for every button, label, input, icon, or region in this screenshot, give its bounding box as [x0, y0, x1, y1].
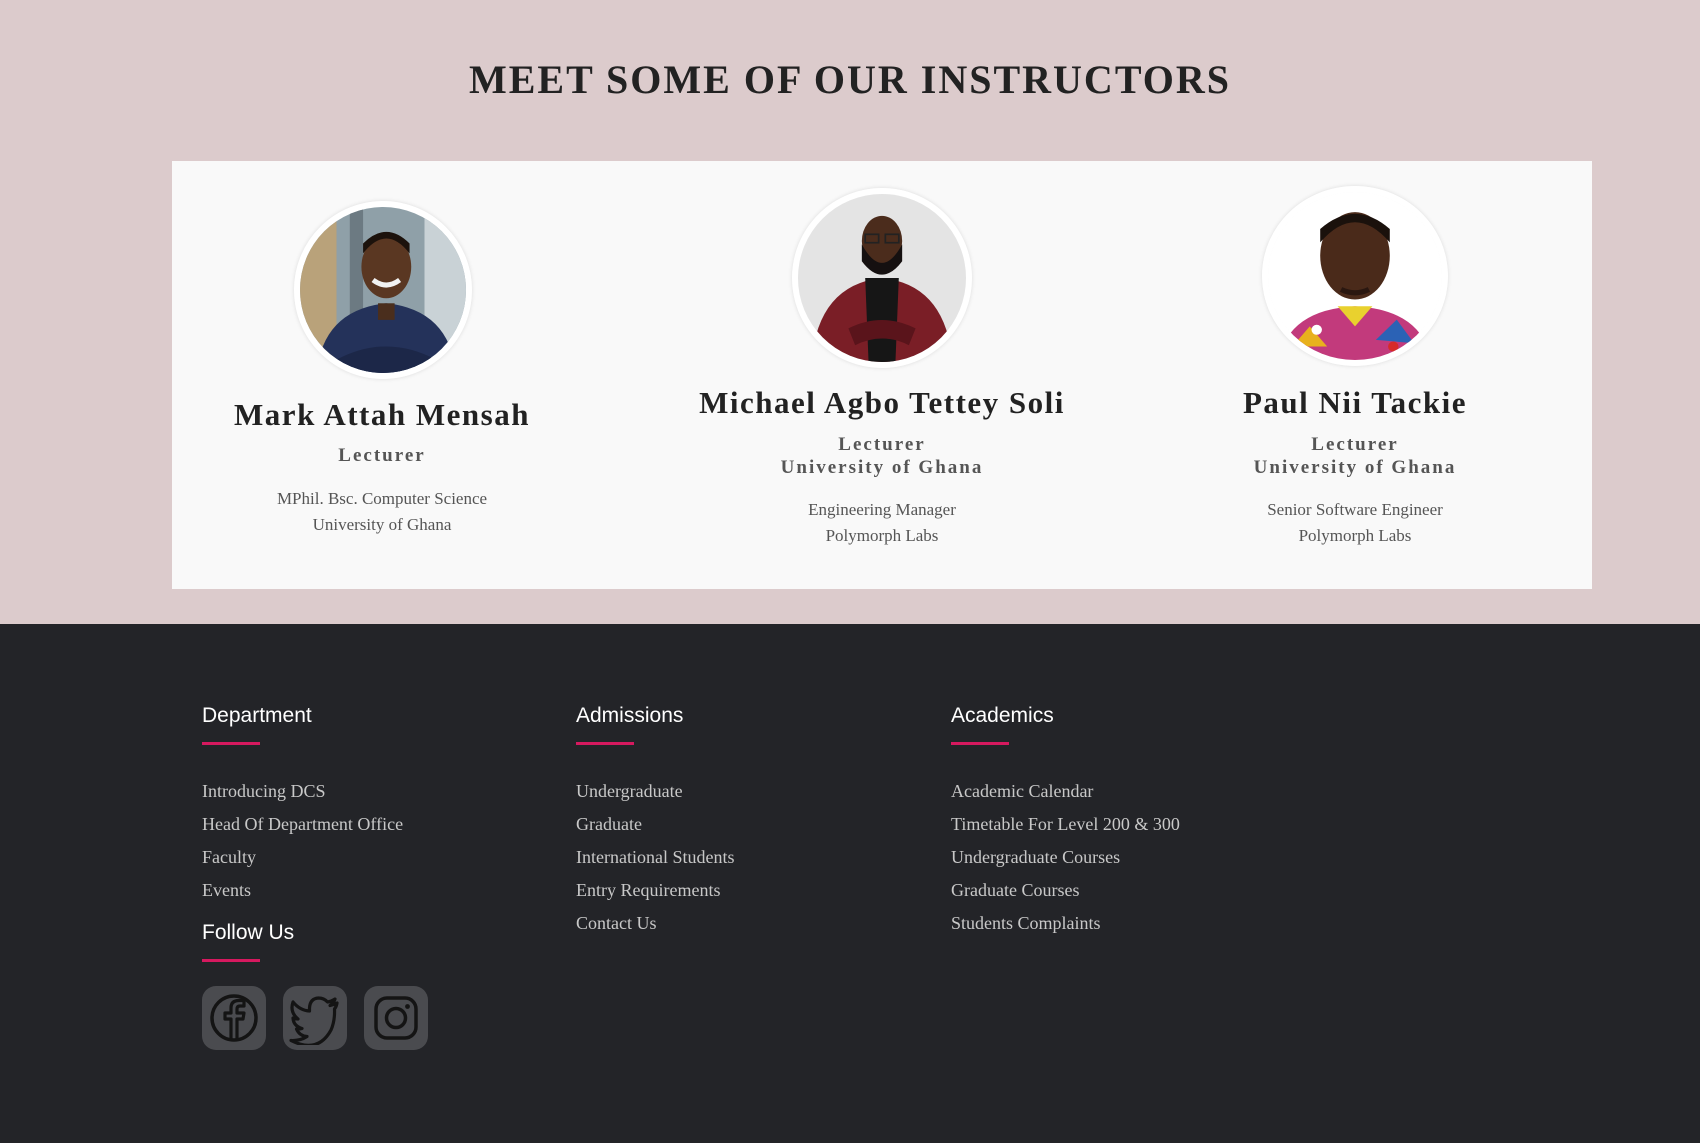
instructor-desc-line2: Polymorph Labs [1298, 526, 1412, 545]
instagram-icon [374, 996, 418, 1040]
instructor-role: Lecturer [838, 434, 926, 455]
instructor-affiliation: University of Ghana [1253, 457, 1457, 478]
footer-link-academic-calendar[interactable]: Academic Calendar [951, 775, 1180, 808]
footer-link-hod-office[interactable]: Head Of Department Office [202, 808, 403, 841]
department-links: Introducing DCS Head Of Department Offic… [202, 775, 403, 907]
twitter-icon [289, 996, 339, 1045]
instructor-affiliation: University of Ghana [780, 457, 984, 478]
footer-link-introducing-dcs[interactable]: Introducing DCS [202, 775, 403, 808]
instructors-card: Mark Attah Mensah Lecturer MPhil. Bsc. C… [172, 161, 1592, 589]
instructor-photo [792, 188, 972, 368]
footer-title-department: Department [202, 704, 312, 727]
footer-title-follow-us: Follow Us [202, 921, 295, 944]
instructor-name: Mark Attah Mensah [234, 397, 530, 432]
instructor-desc-line2: Polymorph Labs [825, 526, 939, 545]
instructor-card: Michael Agbo Tettey Soli Lecturer Univer… [652, 161, 1112, 589]
section-heading: MEET SOME OF OUR INSTRUCTORS [468, 57, 1232, 102]
footer-link-undergraduate[interactable]: Undergraduate [576, 775, 734, 808]
footer-link-faculty[interactable]: Faculty [202, 841, 403, 874]
title-underline [951, 742, 1009, 745]
footer-link-students-complaints[interactable]: Students Complaints [951, 907, 1180, 940]
instructor-photo [294, 201, 472, 379]
admissions-links: Undergraduate Graduate International Stu… [576, 775, 734, 940]
instagram-button[interactable] [364, 986, 428, 1050]
footer-link-undergraduate-courses[interactable]: Undergraduate Courses [951, 841, 1180, 874]
instructor-desc-line1: MPhil. Bsc. Computer Science [276, 489, 488, 508]
facebook-icon [210, 994, 258, 1042]
twitter-button[interactable] [283, 986, 347, 1050]
instructor-desc-line2: University of Ghana [312, 515, 452, 534]
facebook-button[interactable] [202, 986, 266, 1050]
instructor-role: Lecturer [338, 445, 426, 466]
instructor-name: Michael Agbo Tettey Soli [699, 385, 1065, 420]
follow-us-section: Follow Us [202, 921, 294, 962]
instructors-section: MEET SOME OF OUR INSTRUCTORS Mark Attah … [0, 0, 1700, 624]
footer-link-contact-us[interactable]: Contact Us [576, 907, 734, 940]
footer-link-timetable[interactable]: Timetable For Level 200 & 300 [951, 808, 1180, 841]
footer-title-academics: Academics [951, 704, 1054, 727]
footer: Department Introducing DCS Head Of Depar… [0, 624, 1700, 1143]
instructor-role: Lecturer [1311, 434, 1399, 455]
instructor-desc-line1: Engineering Manager [808, 500, 956, 519]
instructor-card: Mark Attah Mensah Lecturer MPhil. Bsc. C… [152, 161, 612, 589]
title-underline [202, 959, 260, 962]
instructor-card: Paul Nii Tackie Lecturer University of G… [1125, 161, 1585, 589]
title-underline [576, 742, 634, 745]
academics-links: Academic Calendar Timetable For Level 20… [951, 775, 1180, 940]
footer-link-international-students[interactable]: International Students [576, 841, 734, 874]
footer-link-events[interactable]: Events [202, 874, 403, 907]
title-underline [202, 742, 260, 745]
social-links [202, 986, 428, 1050]
instructor-desc-line1: Senior Software Engineer [1267, 500, 1443, 519]
instructor-name: Paul Nii Tackie [1242, 385, 1468, 420]
footer-link-graduate[interactable]: Graduate [576, 808, 734, 841]
footer-column-admissions: Admissions Undergraduate Graduate Intern… [576, 704, 734, 940]
footer-link-graduate-courses[interactable]: Graduate Courses [951, 874, 1180, 907]
instructor-photo [1262, 186, 1448, 366]
footer-title-admissions: Admissions [576, 704, 684, 727]
footer-column-department: Department Introducing DCS Head Of Depar… [202, 704, 403, 907]
footer-column-academics: Academics Academic Calendar Timetable Fo… [951, 704, 1180, 940]
footer-link-entry-requirements[interactable]: Entry Requirements [576, 874, 734, 907]
